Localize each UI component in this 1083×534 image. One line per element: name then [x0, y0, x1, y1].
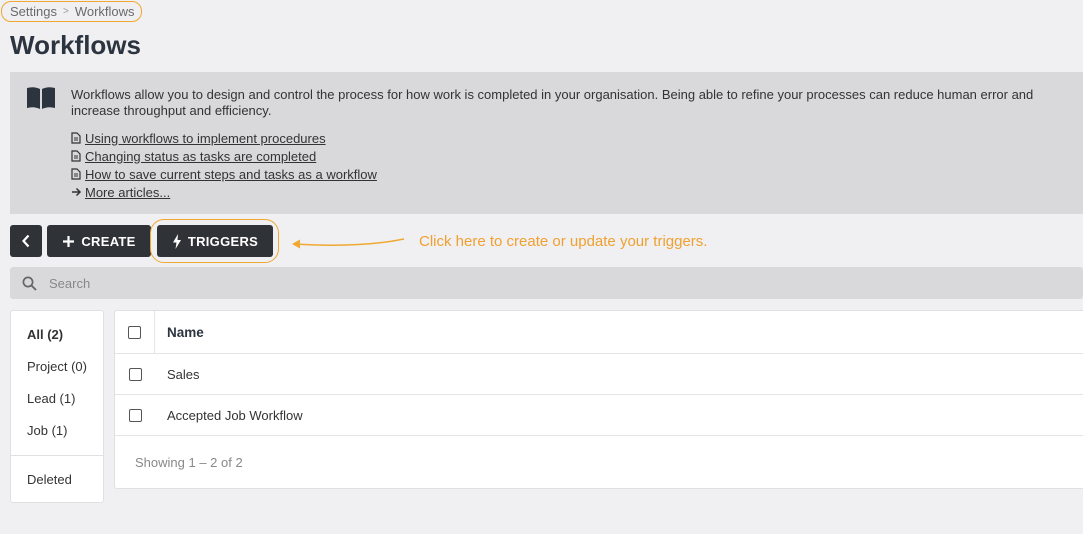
- filter-job[interactable]: Job (1): [27, 423, 67, 438]
- document-icon: [71, 132, 85, 144]
- callout-arrow-icon: [290, 232, 406, 257]
- create-button[interactable]: CREATE: [47, 225, 151, 257]
- breadcrumb: Settings > Workflows: [1, 1, 142, 22]
- info-panel: Workflows allow you to design and contro…: [10, 72, 1083, 214]
- row-checkbox-cell: [115, 354, 155, 394]
- filter-all[interactable]: All (2): [27, 327, 63, 342]
- document-icon: [71, 150, 85, 162]
- lightning-icon: [172, 233, 182, 249]
- search-bar: [10, 267, 1083, 299]
- article-link[interactable]: Changing status as tasks are completed: [85, 149, 316, 164]
- chevron-right-icon: >: [62, 6, 69, 17]
- row-name[interactable]: Sales: [155, 367, 200, 382]
- row-checkbox[interactable]: [128, 367, 142, 381]
- callout-text: Click here to create or update your trig…: [419, 233, 708, 250]
- filter-deleted[interactable]: Deleted: [27, 472, 72, 487]
- book-icon: [26, 86, 56, 115]
- filter-panel: All (2) Project (0) Lead (1) Job (1) Del…: [10, 310, 104, 503]
- info-description: Workflows allow you to design and contro…: [71, 87, 1034, 118]
- workflows-table: Name Sales Accepted Job Workflow Showing…: [114, 310, 1083, 489]
- filter-lead[interactable]: Lead (1): [27, 391, 75, 406]
- triggers-button-label: TRIGGERS: [187, 233, 259, 249]
- article-link-row: How to save current steps and tasks as a…: [71, 165, 377, 183]
- select-all-checkbox[interactable]: [128, 325, 141, 339]
- more-articles-link[interactable]: More articles...: [85, 185, 170, 200]
- plus-icon: [62, 235, 75, 248]
- pagination-summary: Showing 1 – 2 of 2: [135, 455, 243, 470]
- create-button-label: CREATE: [81, 233, 136, 249]
- triggers-button[interactable]: TRIGGERS: [157, 225, 273, 257]
- search-input[interactable]: [49, 275, 949, 291]
- row-checkbox-cell: [115, 395, 155, 435]
- article-link[interactable]: How to save current steps and tasks as a…: [85, 167, 377, 182]
- arrow-right-icon: [71, 187, 85, 197]
- table-row[interactable]: Sales: [115, 354, 1083, 395]
- select-all-cell: [115, 311, 155, 353]
- row-checkbox[interactable]: [128, 408, 142, 422]
- document-icon: [71, 168, 85, 180]
- filter-divider: [11, 455, 103, 456]
- article-links: Using workflows to implement procedures …: [71, 129, 377, 201]
- table-row[interactable]: Accepted Job Workflow: [115, 395, 1083, 436]
- article-link-row: Changing status as tasks are completed: [71, 147, 377, 165]
- back-button[interactable]: [10, 225, 42, 257]
- column-header-name[interactable]: Name: [155, 325, 204, 340]
- article-link[interactable]: Using workflows to implement procedures: [85, 131, 326, 146]
- page-title: Workflows: [10, 30, 141, 60]
- article-link-row: Using workflows to implement procedures: [71, 129, 377, 147]
- filter-project[interactable]: Project (0): [27, 359, 87, 374]
- search-icon: [22, 276, 37, 291]
- more-articles-row: More articles...: [71, 183, 377, 201]
- table-header-row: Name: [115, 311, 1083, 354]
- chevron-left-icon: [21, 234, 31, 248]
- breadcrumb-workflows[interactable]: Workflows: [75, 4, 135, 19]
- breadcrumb-settings[interactable]: Settings: [10, 4, 57, 19]
- row-name[interactable]: Accepted Job Workflow: [155, 408, 303, 423]
